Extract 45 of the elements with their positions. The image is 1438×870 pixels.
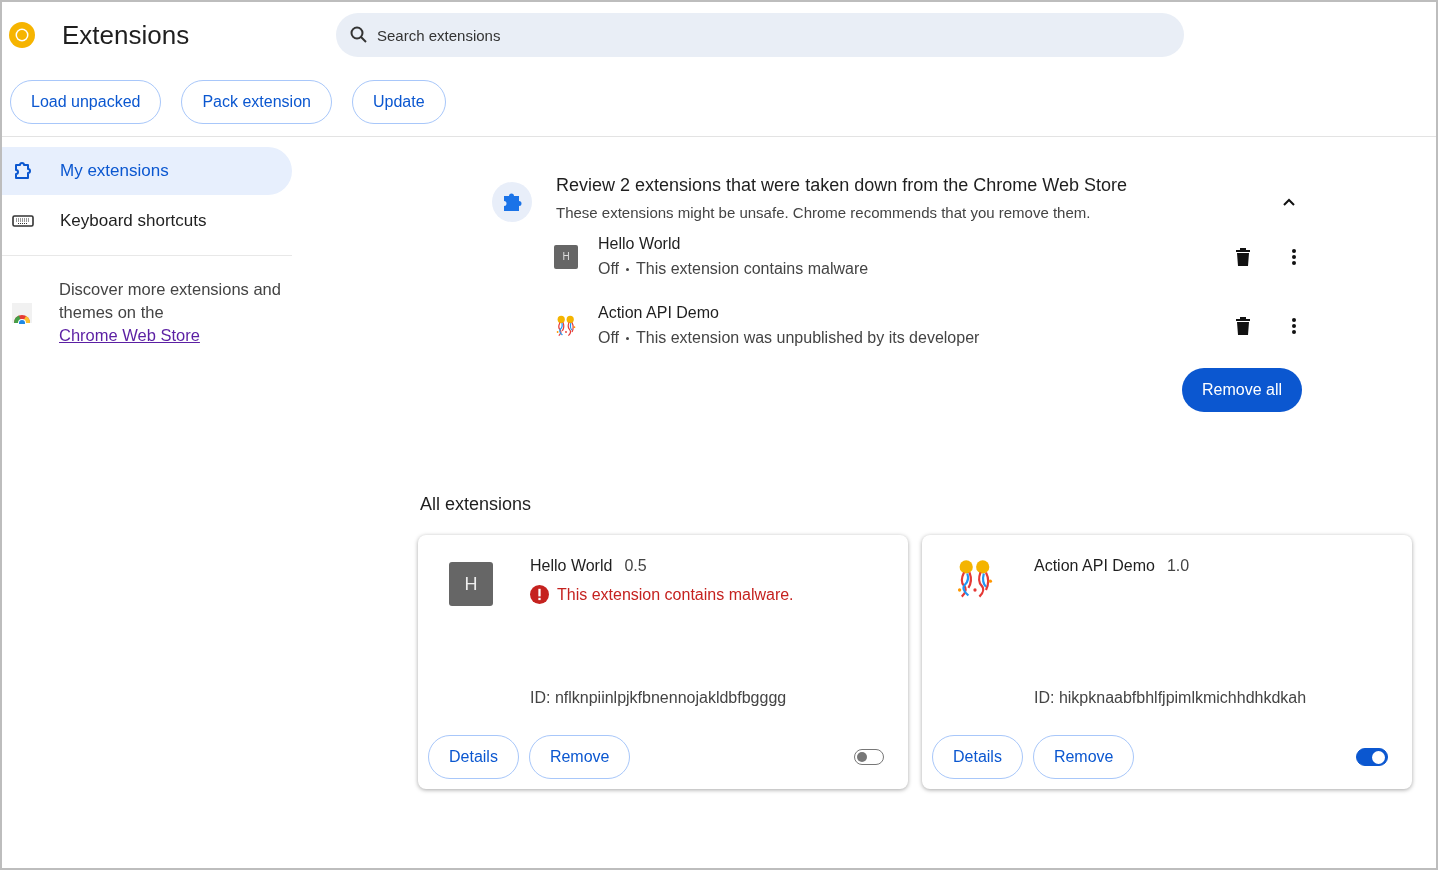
trash-icon[interactable] [1236, 316, 1250, 335]
warning-text: This extension contains malware. [557, 585, 794, 604]
extension-icon: H [554, 244, 578, 269]
extension-status: Off [598, 329, 620, 347]
extension-name: Hello World [598, 235, 682, 253]
extension-id: ID: nflknpiinlpjkfbnennojakldbfbgggg [530, 689, 788, 707]
toolbar-button[interactable]: Load unpacked [10, 80, 162, 124]
sidebar-label: Keyboard shortcuts [60, 211, 207, 231]
puzzle-icon [12, 160, 34, 182]
toolbar-button[interactable]: Pack extension [181, 80, 332, 124]
extension-version: 1.0 [1166, 557, 1190, 575]
toggle-switch[interactable] [1356, 748, 1388, 766]
page-title: Extensions [62, 19, 191, 51]
section-heading: All extensions [420, 494, 533, 515]
more-icon[interactable] [1292, 248, 1296, 265]
extension-status: Off [598, 260, 620, 278]
more-icon[interactable] [1292, 317, 1296, 334]
toolbar-button[interactable]: Update [351, 80, 446, 124]
web-store-link[interactable]: Chrome Web Store [59, 326, 200, 344]
extension-icon: H [449, 562, 493, 606]
remove-all-button[interactable]: Remove all [1181, 368, 1302, 412]
chevron-icon[interactable] [1282, 197, 1296, 207]
details-button[interactable]: Details [932, 735, 1023, 779]
details-button[interactable]: Details [428, 735, 519, 779]
extension-name: Action API Demo [598, 304, 720, 322]
sidebar-item[interactable]: My extensions [2, 147, 292, 195]
search-icon [349, 25, 369, 45]
extension-name: Hello World [530, 557, 613, 575]
remove-button[interactable]: Remove [1032, 735, 1135, 779]
extension-id: ID: hikpknaabfbhlfjpimlkmichhdhkdkah [1034, 689, 1307, 707]
review-title: Review 2 extensions that were taken down from the Chrome Web Store [556, 175, 1128, 196]
search-field[interactable]: Search extensions [336, 13, 1184, 57]
extension-version: 0.5 [624, 557, 647, 575]
extension-reason: This extension contains malware [636, 260, 869, 278]
extension-name: Action API Demo [1034, 557, 1155, 575]
sidebar-label: My extensions [60, 161, 169, 181]
remove-button[interactable]: Remove [528, 735, 631, 779]
sidebar-item[interactable]: Keyboard shortcuts [2, 197, 292, 245]
promo-text: Discover more extensions and themes on the Chrome Web Store [59, 279, 281, 346]
extension-reason: This extension was unpublished by its developer [636, 329, 980, 347]
puzzle-icon [492, 182, 532, 222]
error-icon [530, 585, 549, 604]
confetti-icon [554, 313, 578, 338]
trash-icon[interactable] [1236, 247, 1250, 266]
review-subtitle: These extensions might be unsafe. Chrome recommends that you remove them. [556, 204, 1092, 221]
